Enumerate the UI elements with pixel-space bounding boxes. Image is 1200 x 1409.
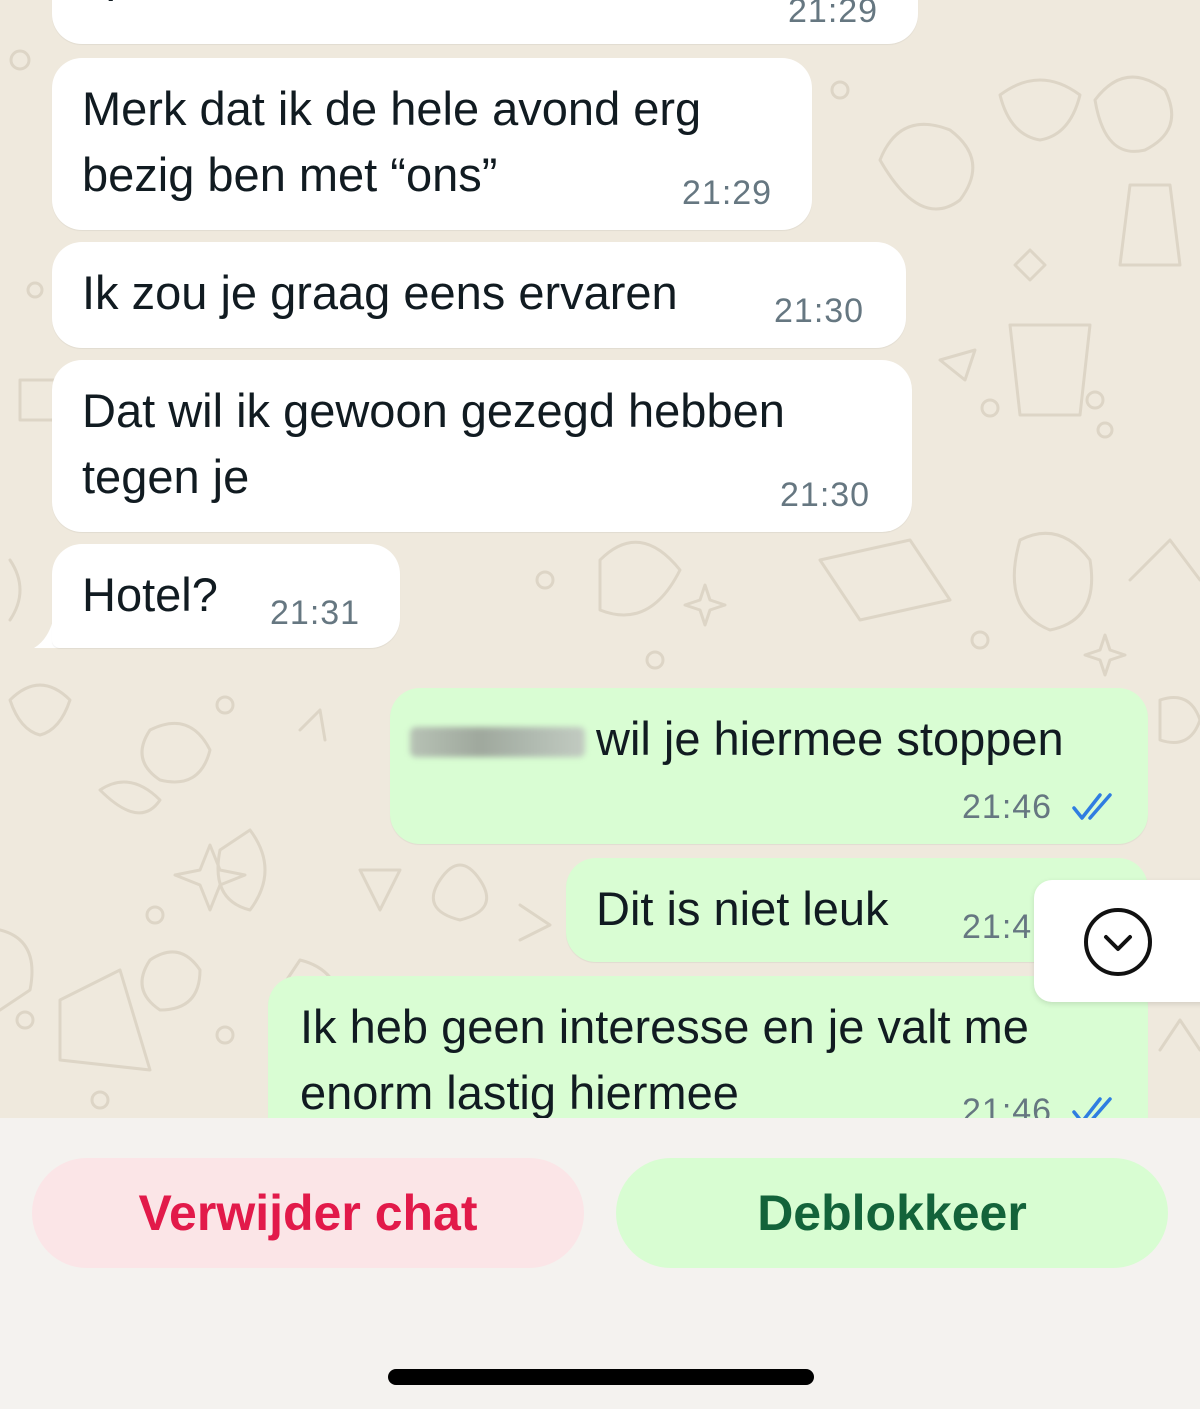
- message-time: 21:46: [962, 1092, 1053, 1118]
- message-text: Hotel?: [82, 568, 218, 621]
- message-text: tegen je: [82, 450, 250, 503]
- message-bubble-incoming[interactable]: sprak 21:29: [52, 0, 918, 44]
- message-text: sprak: [82, 0, 197, 8]
- scroll-to-bottom-button[interactable]: [1034, 880, 1200, 1002]
- message-bubble-incoming[interactable]: Dat wil ik gewoon gezegd hebben tegen je…: [52, 360, 912, 532]
- message-time: 21:30: [780, 476, 871, 514]
- message-time: 21:29: [682, 174, 773, 212]
- message-bubble-outgoing[interactable]: wil je hiermee stoppen 21:46: [390, 688, 1148, 844]
- message-time: 21:31: [270, 594, 361, 632]
- message-bubble-incoming[interactable]: Merk dat ik de hele avond erg bezig ben …: [52, 58, 812, 230]
- read-ticks-icon: [1072, 1097, 1112, 1118]
- chat-area[interactable]: sprak 21:29 Merk dat ik de hele avond er…: [0, 0, 1200, 1118]
- message-bubble-incoming[interactable]: Hotel? 21:31: [52, 544, 400, 648]
- redacted-name: [410, 727, 585, 757]
- message-time: 21:4: [962, 908, 1033, 946]
- message-time: 21:30: [774, 292, 865, 330]
- message-bubble-incoming[interactable]: Ik zou je graag eens ervaren 21:30: [52, 242, 906, 348]
- message-text: Dat wil ik gewoon gezegd hebben: [82, 384, 785, 437]
- home-indicator[interactable]: [388, 1369, 814, 1385]
- chevron-down-circle-icon: [1084, 908, 1152, 976]
- delete-chat-button[interactable]: Verwijder chat: [32, 1158, 584, 1268]
- message-text: Ik zou je graag eens ervaren: [82, 266, 678, 319]
- message-text: wil je hiermee stoppen: [596, 712, 1064, 765]
- message-text: Ik heb geen interesse en je valt me: [300, 1000, 1029, 1053]
- unblock-label: Deblokkeer: [757, 1185, 1027, 1241]
- read-ticks-icon: [1072, 793, 1112, 820]
- unblock-button[interactable]: Deblokkeer: [616, 1158, 1168, 1268]
- message-time: 21:46: [962, 788, 1053, 826]
- message-bubble-outgoing[interactable]: Ik heb geen interesse en je valt me enor…: [268, 976, 1148, 1118]
- delete-chat-label: Verwijder chat: [138, 1185, 478, 1241]
- message-time: 21:29: [788, 0, 879, 30]
- message-text: Merk dat ik de hele avond erg: [82, 82, 702, 135]
- message-text: enorm lastig hiermee: [300, 1066, 739, 1118]
- message-text: Dit is niet leuk: [596, 882, 889, 935]
- message-text: bezig ben met “ons”: [82, 148, 498, 201]
